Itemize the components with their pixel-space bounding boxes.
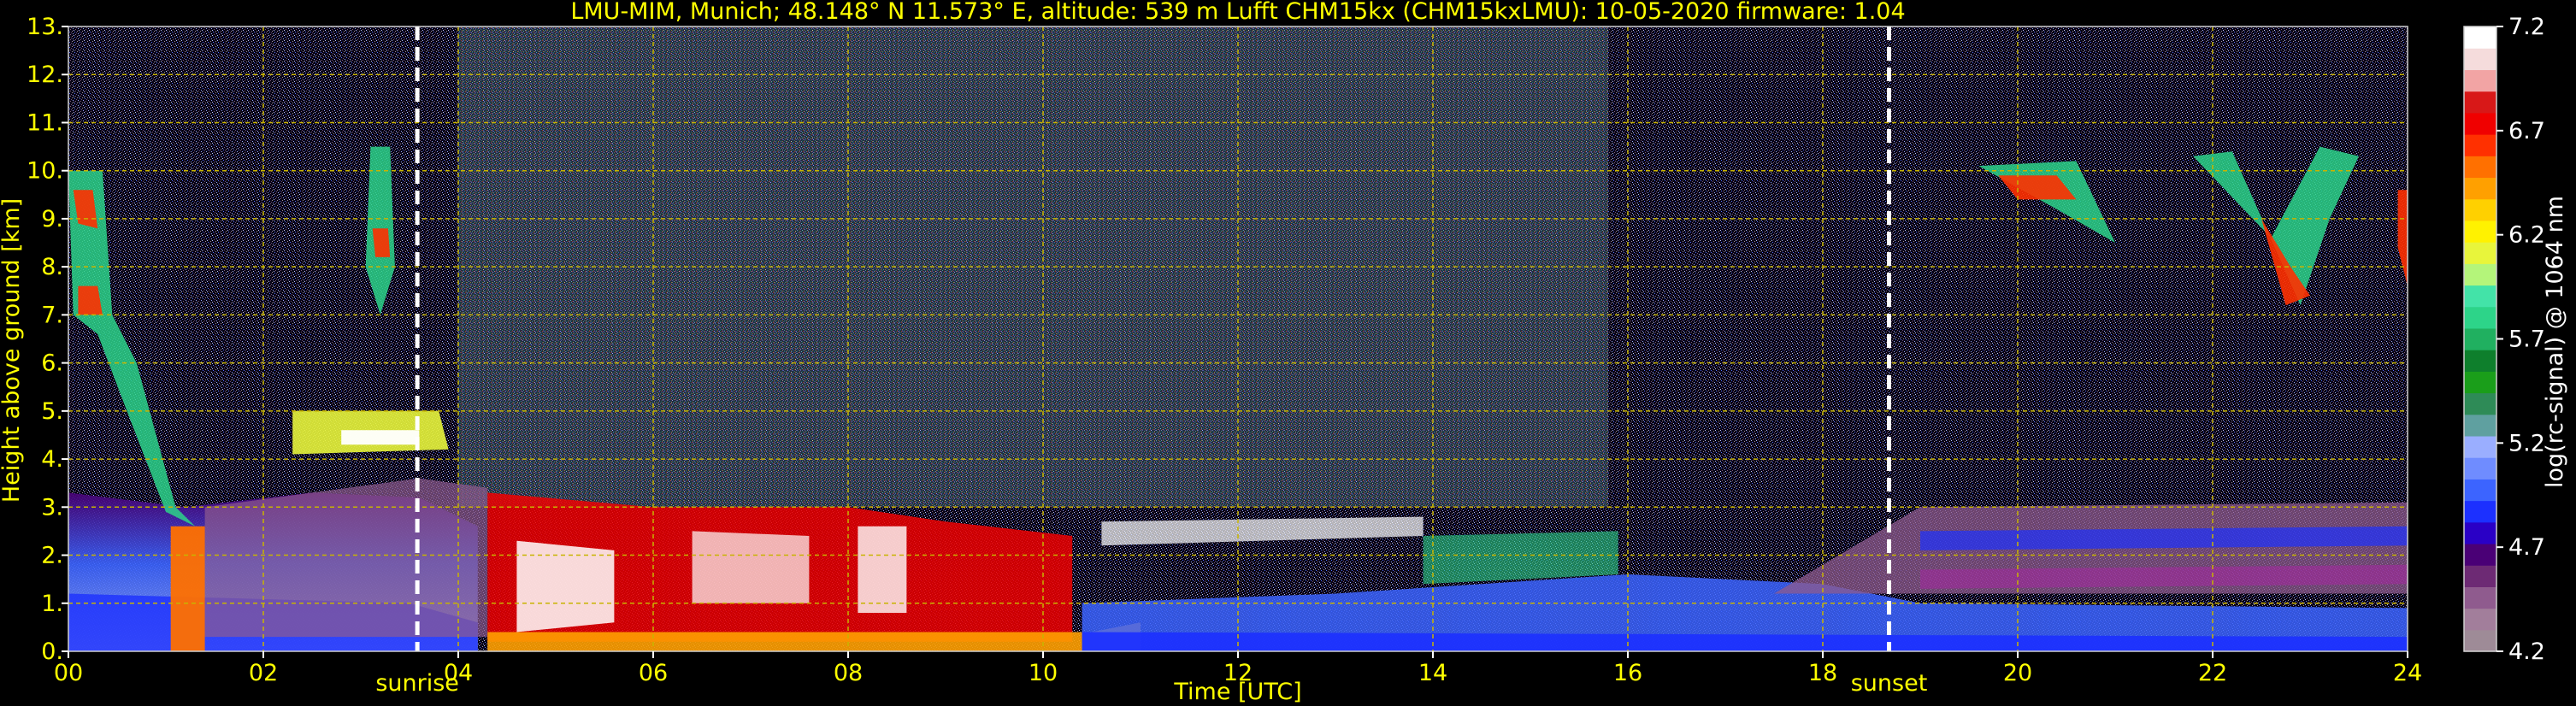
cloud-3h-core [372,228,391,257]
colorbar-segment [2464,156,2496,179]
colorbar-segment [2464,457,2496,479]
y-tick-label: 9. [41,206,63,232]
colorbar-segment [2464,586,2496,609]
y-tick-label: 6. [41,350,63,377]
x-tick-label: 20 [2003,660,2032,686]
y-axis-ticks: 0. 1. 2. 3. 4. 5. 6. 7. 8. 9. 10. 11. 12. 13. [27,14,68,665]
colorbar-segment [2464,198,2496,221]
y-tick-label: 10. [27,158,63,185]
colorbar-segment [2464,177,2496,200]
colorbar-segment [2464,435,2496,458]
y-tick-label: 2. [41,543,63,569]
y-tick-label: 5. [41,398,63,425]
colorbar: 4.2 4.7 5.2 5.7 6.2 6.7 7.2 [2463,14,2545,665]
colorbar-segment [2464,263,2496,286]
daytime-core-c [858,526,907,613]
y-tick-label: 1. [41,591,63,617]
ceilometer-chart: sunrise sunset 00 02 04 06 08 10 12 14 16 18 20 22 24… [0,0,2568,705]
colorbar-segment [2464,414,2496,437]
y-tick-label: 3. [41,494,63,521]
colorbar-segment [2464,306,2496,329]
colorbar-segment [2464,48,2496,71]
y-tick-label: 12. [27,62,63,88]
colorbar-segment [2464,134,2496,156]
colorbar-segment [2464,327,2496,350]
x-tick-label: 22 [2198,660,2227,686]
colorbar-tick-label: 6.7 [2508,118,2545,144]
x-tick-label: 16 [1613,660,1642,686]
x-tick-label: 18 [1808,660,1837,686]
colorbar-segment [2464,608,2496,631]
y-tick-label: 8. [41,254,63,280]
colorbar-label: log(rc-signal) @ 1064 nm [2542,196,2568,488]
x-tick-label: 02 [249,660,278,686]
daytime-core-b [692,531,810,603]
x-tick-label: 04 [444,660,473,686]
x-tick-label: 06 [639,660,668,686]
colorbar-segment [2464,543,2496,566]
y-tick-label: 13. [27,14,63,40]
colorbar-segment [2464,500,2496,523]
chart-title: LMU-MIM, Munich; 48.148° N 11.573° E, al… [570,0,1905,25]
x-tick-label: 14 [1418,660,1447,686]
colorbar-segment [2464,26,2496,49]
colorbar-tick-label: 5.7 [2508,327,2545,353]
colorbar-segment [2464,479,2496,502]
colorbar-segment [2464,285,2496,308]
colorbar-segment [2464,69,2496,92]
colorbar-tick-label: 7.2 [2508,14,2545,40]
colorbar-segment [2464,220,2496,243]
colorbar-tick-label: 4.2 [2508,638,2545,665]
y-tick-label: 7. [41,302,63,328]
colorbar-segment [2464,350,2496,372]
x-tick-label: 24 [2393,660,2422,686]
colorbar-segment [2464,91,2496,114]
y-tick-label: 11. [27,109,63,136]
x-tick-label: 08 [834,660,863,686]
sunset-label: sunset [1851,670,1928,697]
colorbar-tick-label: 6.2 [2508,222,2545,249]
y-axis-label: Height above ground [km] [0,198,25,503]
colorbar-segment [2464,629,2496,652]
colorbar-segment [2464,112,2496,135]
colorbar-segment [2464,242,2496,264]
colorbar-segment [2464,521,2496,544]
x-tick-label: 10 [1029,660,1058,686]
colorbar-segment [2464,371,2496,394]
low-cloud-early [170,526,205,651]
y-tick-label: 4. [41,446,63,473]
layer-4km-core [341,430,420,445]
residual-layer-early [204,478,488,638]
daytime-core-a [516,540,615,632]
colorbar-segment [2464,392,2496,415]
colorbar-tick-label: 5.2 [2508,430,2545,456]
x-axis-label: Time [UTC] [1173,679,1301,705]
colorbar-segment [2464,565,2496,587]
y-tick-label: 0. [41,638,63,665]
colorbar-tick-label: 4.7 [2508,534,2545,561]
